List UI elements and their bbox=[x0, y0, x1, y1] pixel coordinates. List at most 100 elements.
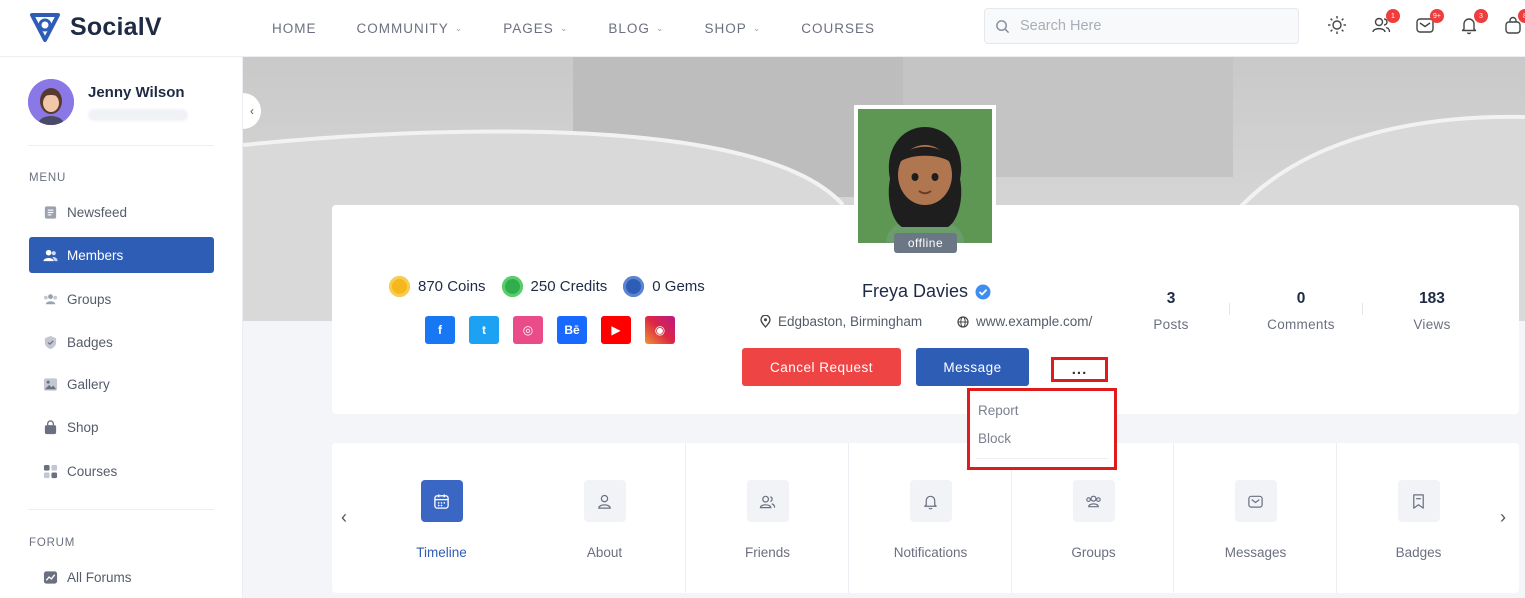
tab-badges[interactable]: Badges bbox=[1337, 443, 1500, 593]
coins-balance: 870 Coins bbox=[389, 276, 486, 297]
coins-label: 870 Coins bbox=[418, 278, 486, 295]
credits-balance: 250 Credits bbox=[501, 276, 607, 297]
theme-toggle-button[interactable] bbox=[1326, 12, 1348, 38]
gems-balance: 0 Gems bbox=[623, 276, 705, 297]
header-icons: 1 9+ 3 8 bbox=[1326, 9, 1525, 38]
sidebar-item-label: Newsfeed bbox=[67, 204, 128, 220]
gem-icon bbox=[623, 276, 645, 297]
forums-icon bbox=[43, 570, 58, 584]
facebook-icon[interactable]: f bbox=[425, 316, 455, 344]
stat-value: 0 bbox=[1296, 290, 1306, 307]
nav-blog-label: BLOG bbox=[608, 21, 650, 36]
nav-home[interactable]: HOME bbox=[272, 21, 317, 36]
divider bbox=[1229, 303, 1230, 315]
sidebar-item-label: Badges bbox=[67, 334, 113, 350]
chevron-down-icon: ⌄ bbox=[655, 23, 665, 33]
tab-about[interactable]: About bbox=[523, 443, 686, 593]
sidebar-item-newsfeed[interactable]: Newsfeed bbox=[29, 194, 214, 230]
badge-icon bbox=[1413, 493, 1424, 509]
sidebar-item-members[interactable]: Members bbox=[29, 237, 214, 273]
tab-icon-box bbox=[909, 480, 952, 522]
groups-icon bbox=[43, 293, 58, 304]
menu-item-report[interactable]: Report bbox=[970, 403, 1114, 431]
coin-icon bbox=[389, 276, 410, 297]
tab-icon-box bbox=[1397, 480, 1440, 522]
sidebar-item-label: Groups bbox=[67, 291, 112, 307]
tab-friends[interactable]: Friends bbox=[686, 443, 849, 593]
profile-location: Edgbaston, Birmingham bbox=[760, 314, 922, 329]
nav-home-label: HOME bbox=[272, 21, 317, 36]
sidebar-item-label: Courses bbox=[67, 463, 118, 479]
youtube-icon[interactable]: ▶ bbox=[601, 316, 631, 344]
gems-label: 0 Gems bbox=[652, 278, 705, 295]
twitter-icon[interactable]: t bbox=[469, 316, 499, 344]
sidebar-item-groups[interactable]: Groups bbox=[29, 281, 214, 317]
bell-icon bbox=[924, 495, 937, 509]
tab-icon-box bbox=[1234, 480, 1277, 522]
stat-views: 183 Views bbox=[1377, 290, 1487, 332]
tabs-prev-button[interactable]: ‹ bbox=[341, 507, 347, 528]
location-text: Edgbaston, Birmingham bbox=[778, 314, 923, 329]
tab-timeline[interactable]: Timeline bbox=[360, 443, 523, 593]
notifications-button[interactable]: 3 bbox=[1458, 9, 1488, 38]
nav-courses[interactable]: COURSES bbox=[801, 21, 875, 36]
nav-community-label: COMMUNITY bbox=[356, 21, 449, 36]
credit-icon bbox=[501, 276, 523, 297]
search-input[interactable] bbox=[1020, 18, 1280, 34]
location-pin-icon bbox=[760, 315, 771, 328]
user-icon bbox=[598, 494, 611, 509]
sidebar-item-label: Gallery bbox=[67, 376, 110, 392]
nav-courses-label: COURSES bbox=[801, 21, 876, 36]
shop-icon bbox=[44, 419, 57, 434]
stat-posts: 3 Posts bbox=[1116, 290, 1226, 332]
newsfeed-icon bbox=[44, 205, 57, 219]
nav-shop-label: SHOP bbox=[704, 21, 747, 36]
cart-button[interactable]: 8 bbox=[1502, 9, 1525, 38]
dribbble-icon[interactable]: ◎ bbox=[513, 316, 543, 344]
divider bbox=[1362, 303, 1363, 315]
nav-shop[interactable]: SHOP ⌄ bbox=[704, 21, 761, 36]
search-icon bbox=[996, 19, 1010, 33]
friend-requests-button[interactable]: 1 bbox=[1370, 9, 1400, 38]
sidebar-item-label: Members bbox=[67, 247, 124, 263]
sidebar-item-label: All Forums bbox=[67, 569, 132, 585]
instagram-icon[interactable]: ◉ bbox=[645, 316, 675, 344]
tabs-next-button[interactable]: › bbox=[1500, 507, 1506, 528]
sidebar-item-gallery[interactable]: Gallery bbox=[29, 366, 214, 402]
sidebar-item-badges[interactable]: Badges bbox=[29, 324, 214, 360]
sidebar-item-label: Shop bbox=[67, 419, 99, 435]
chevron-left-icon: ‹ bbox=[250, 104, 254, 118]
profile-avatar[interactable] bbox=[854, 105, 996, 247]
nav-pages[interactable]: PAGES ⌄ bbox=[503, 21, 568, 36]
menu-item-block[interactable]: Block bbox=[970, 431, 1114, 459]
tab-messages[interactable]: Messages bbox=[1174, 443, 1337, 593]
message-button[interactable]: Message bbox=[916, 348, 1029, 386]
stat-label: Comments bbox=[1267, 317, 1335, 332]
sidebar-item-all-forums[interactable]: All Forums bbox=[29, 559, 214, 595]
social-links: f t ◎ Bē ▶ ◉ bbox=[425, 316, 675, 344]
sidebar-user-profile[interactable]: Jenny Wilson bbox=[28, 79, 188, 125]
top-bar: SocialV HOME COMMUNITY ⌄ PAGES ⌄ BLOG ⌄ SHO… bbox=[0, 0, 1525, 57]
profile-website[interactable]: www.example.com/ bbox=[957, 314, 1092, 329]
stat-label: Posts bbox=[1153, 317, 1189, 332]
sidebar-item-shop[interactable]: Shop bbox=[29, 409, 214, 445]
website-link[interactable]: www.example.com/ bbox=[976, 314, 1092, 329]
behance-icon[interactable]: Bē bbox=[557, 316, 587, 344]
sidebar-user-handle-blurred bbox=[88, 108, 188, 121]
nav-community[interactable]: COMMUNITY ⌄ bbox=[357, 21, 464, 36]
brand[interactable]: SocialV bbox=[28, 10, 162, 44]
brand-name: SocialV bbox=[70, 12, 162, 41]
sidebar-item-courses[interactable]: Courses bbox=[29, 453, 214, 489]
verified-icon bbox=[975, 284, 991, 299]
nav-blog[interactable]: BLOG ⌄ bbox=[608, 21, 664, 36]
cancel-request-button[interactable]: Cancel Request bbox=[742, 348, 901, 386]
messages-button[interactable]: 9+ bbox=[1414, 9, 1444, 38]
profile-avatar-illustration-icon bbox=[858, 109, 992, 243]
sidebar-user-name: Jenny Wilson bbox=[88, 83, 185, 101]
chevron-left-icon: ‹ bbox=[341, 507, 347, 527]
tab-label: Groups bbox=[1071, 545, 1116, 560]
more-options-button[interactable]: ... bbox=[1051, 357, 1108, 382]
nav-pages-label: PAGES bbox=[503, 21, 554, 36]
tab-label: Messages bbox=[1224, 545, 1287, 560]
tab-label: Notifications bbox=[893, 545, 968, 560]
